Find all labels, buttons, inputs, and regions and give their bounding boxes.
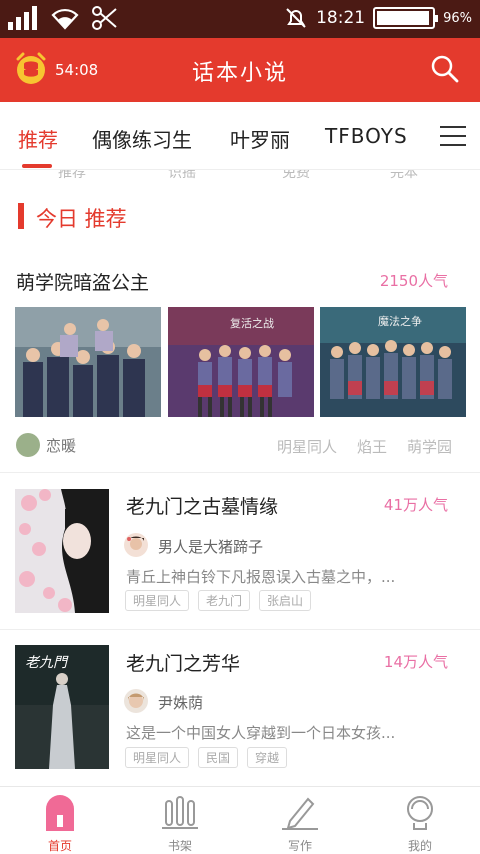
book-tag[interactable]: 民国 [198,747,239,768]
nav-label: 我的 [407,839,432,853]
mute-bell-icon [286,8,306,28]
nav-bookshelf[interactable]: 书架 [140,793,220,854]
section-marker [18,203,24,229]
usb-icon [92,6,117,30]
nav-profile[interactable]: 我的 [380,793,460,854]
featured-photo-1[interactable] [15,307,161,417]
book-author[interactable]: 尹姝荫 [158,692,203,713]
featured-photo-2[interactable]: 复活之战 [168,307,314,417]
app-screen: 18:21 96% 54:08 话本小说 推荐 偶像练习生 叶罗丽 TFBOYS… [0,0,480,854]
book-cover[interactable] [15,489,109,613]
featured-tags: 明星同人 焰王 萌学园 [277,436,452,457]
app-header: 54:08 话本小说 [0,38,480,102]
status-bar: 18:21 96% [0,0,480,38]
profile-icon [407,796,433,830]
app-title: 话本小说 [191,61,288,86]
category-tabs: 推荐 偶像练习生 叶罗丽 TFBOYS 扌 [0,102,480,170]
active-tab-indicator [22,164,52,168]
featured-author-avatar[interactable] [16,433,40,457]
nav-label: 首页 [47,839,72,853]
book-author[interactable]: 男人是大猪蹄子 [158,536,263,557]
subtab[interactable]: 推荐 [58,170,86,182]
status-time: 18:21 [316,8,366,28]
book-tag[interactable]: 张启山 [259,590,312,611]
book-tag[interactable]: 穿越 [247,747,288,768]
subtab-row: 推荐 识摇 免费 完本 [0,170,480,182]
featured-tag[interactable]: 萌学园 [407,436,452,457]
pencil-icon [282,797,318,830]
search-icon[interactable] [430,54,460,84]
divider [0,472,480,473]
tab-idol-producer[interactable]: 偶像练习生 [92,124,192,153]
book-tag[interactable]: 明星同人 [125,747,190,768]
featured-popularity: 2150人气 [379,272,448,290]
author-avatar[interactable] [124,533,148,557]
signal-icon [8,6,37,30]
nav-label: 写作 [287,839,312,853]
tab-ye-luo-li[interactable]: 叶罗丽 [230,124,290,153]
divider [0,629,480,630]
tabs-menu-icon[interactable] [428,114,480,158]
book-description: 青丘上神白铃下凡报恩误入古墓之中，... [126,568,396,586]
tab-recommend[interactable]: 推荐 [18,124,58,153]
book-title[interactable]: 老九门之芳华 [126,649,240,676]
home-icon [46,795,74,831]
author-avatar[interactable] [124,689,148,713]
subtab[interactable]: 免费 [282,170,310,182]
subtab[interactable]: 识摇 [168,170,196,182]
book-tags: 明星同人 民国 穿越 [125,747,288,768]
featured-photo-3[interactable]: 魔法之争 [320,307,466,417]
battery-percent: 96% [443,10,472,26]
svg-text:复活之战: 复活之战 [230,316,274,330]
book-title[interactable]: 老九门之古墓情缘 [126,492,278,519]
cover-title-text: 老九門 [25,655,69,671]
section-title: 今日 推荐 [36,207,127,231]
nav-home[interactable]: 首页 [20,793,100,854]
wifi-icon [51,8,79,30]
book-tags: 明星同人 老九门 张启山 [125,590,312,611]
featured-title[interactable]: 萌学院暗盗公主 [16,268,149,295]
book-cover[interactable]: 老九門 [15,645,109,769]
featured-tag[interactable]: 焰王 [357,436,387,457]
book-tag[interactable]: 明星同人 [125,590,190,611]
book-description: 这是一个中国女人穿越到一个日本女孩... [126,724,396,742]
nav-label: 书架 [167,839,192,853]
battery-icon [373,7,439,29]
book-tag[interactable]: 老九门 [198,590,251,611]
book-popularity: 41万人气 [383,496,448,514]
bottom-navigation: 首页 书架 写作 我的 [0,786,480,854]
tab-tfboys[interactable]: TFBOYS [325,124,408,148]
subtab[interactable]: 完本 [390,170,418,182]
svg-text:魔法之争: 魔法之争 [378,314,422,328]
nav-write[interactable]: 写作 [260,793,340,854]
featured-author[interactable]: 恋暖 [46,435,76,456]
featured-tag[interactable]: 明星同人 [277,436,337,457]
bookshelf-icon [162,796,198,829]
book-popularity: 14万人气 [383,653,448,671]
